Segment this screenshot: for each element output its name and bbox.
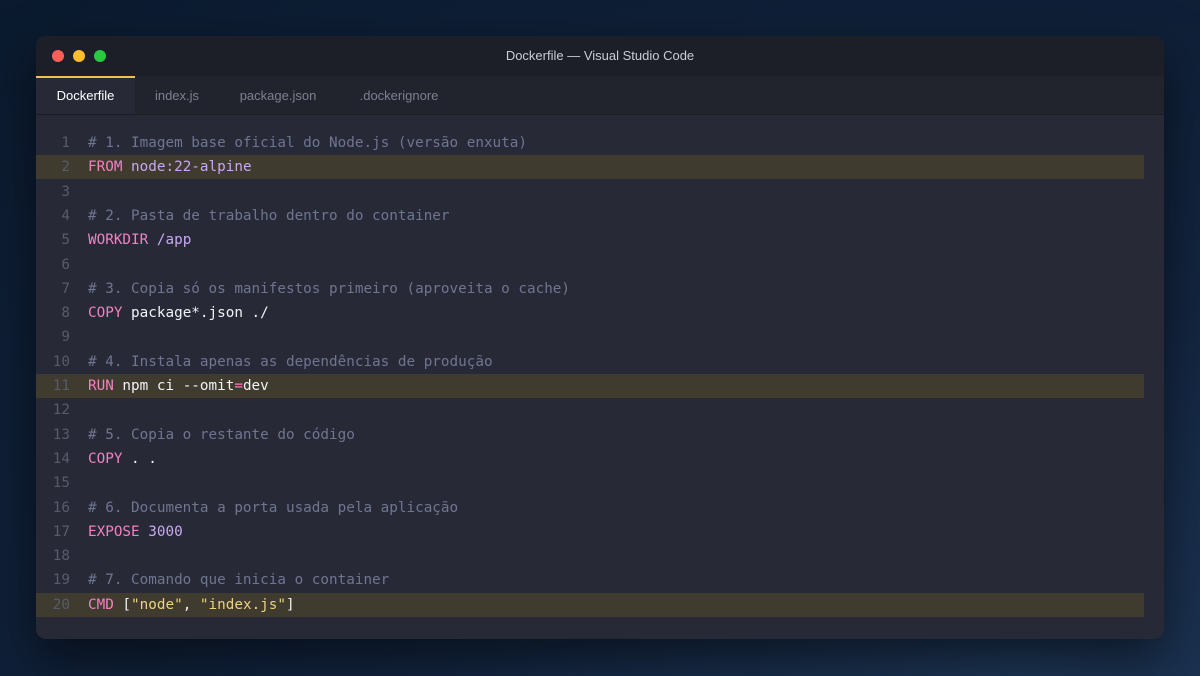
code-line[interactable]: 3 [36, 180, 1144, 204]
tab-index-js[interactable]: index.js [135, 76, 219, 114]
line-number: 17 [52, 523, 70, 540]
line-code: # 4. Instala apenas as dependências de p… [88, 350, 493, 374]
line-number: 10 [52, 353, 70, 370]
code-token: WORKDIR [88, 232, 149, 249]
code-line[interactable]: 14 COPY . . [36, 447, 1144, 471]
code-line[interactable]: 6 [36, 253, 1144, 277]
line-number: 3 [61, 183, 70, 200]
code-line[interactable]: 13 # 5. Copia o restante do código [36, 423, 1144, 447]
line-number: 6 [61, 256, 70, 273]
code-token: RUN [88, 378, 114, 394]
code-line[interactable]: 8 COPY package*.json ./ [36, 301, 1144, 325]
tab-package-json[interactable]: package.json [219, 76, 337, 114]
tab-dockerfile[interactable]: Dockerfile [36, 76, 135, 114]
code-token: npm ci --omit [113, 378, 235, 394]
line-code: # 6. Documenta a porta usada pela aplica… [88, 496, 458, 520]
code-token: COPY [88, 450, 123, 467]
code-token: # 6. Documenta a porta usada pela aplica… [88, 499, 459, 516]
code-token: . . [122, 450, 157, 467]
code-token: node:22-alpine [122, 159, 252, 176]
code-line[interactable]: 20 CMD ["node", "index.js"] [36, 592, 1144, 617]
code-line[interactable]: 2 FROM node:22-alpine [36, 155, 1144, 180]
code-token: FROM [88, 159, 123, 176]
code-token: = [234, 378, 243, 394]
line-code: RUN npm ci --omit=dev [88, 374, 269, 398]
line-code: FROM node:22-alpine [88, 155, 252, 179]
line-code: # 1. Imagem base oficial do Node.js (ver… [88, 131, 527, 155]
code-token: # 7. Comando que inicia o container [88, 572, 390, 589]
code-line[interactable]: 1 # 1. Imagem base oficial do Node.js (ve… [36, 131, 1144, 155]
line-number: 20 [52, 596, 70, 613]
line-code: # 2. Pasta de trabalho dentro do contain… [88, 204, 450, 228]
line-number: 9 [61, 329, 70, 346]
code-line[interactable]: 17 EXPOSE 3000 [36, 520, 1144, 544]
window-title: Dockerfile — Visual Studio Code [505, 48, 695, 63]
tab-dockerignore[interactable]: .dockerignore [337, 76, 461, 114]
line-code: # 5. Copia o restante do código [88, 423, 355, 447]
code-token: CMD [88, 596, 114, 613]
line-code: COPY package*.json ./ [88, 301, 269, 325]
line-number: 16 [52, 499, 70, 516]
code-line[interactable]: 9 [36, 325, 1144, 349]
code-token: package*.json ./ [122, 305, 269, 322]
code-line[interactable]: 16 # 6. Documenta a porta usada pela apli… [36, 496, 1144, 520]
code-token: "node" [131, 596, 183, 613]
code-token: # 2. Pasta de trabalho dentro do contain… [88, 207, 450, 224]
line-number: 15 [52, 475, 70, 492]
line-number: 4 [61, 207, 70, 224]
line-number: 1 [61, 135, 70, 151]
code-token: ] [286, 596, 295, 613]
code-token: # 5. Copia o restante do código [88, 426, 355, 443]
code-token: "index.js" [199, 596, 286, 613]
line-code: COPY . . [88, 447, 157, 471]
line-code: CMD ["node", "index.js"] [88, 593, 295, 617]
code-line[interactable]: 5 WORKDIR /app [36, 228, 1144, 252]
line-number: 18 [52, 548, 70, 565]
code-line[interactable]: 11 RUN npm ci --omit=dev [36, 374, 1144, 398]
line-number: 7 [61, 280, 70, 297]
code-token: 3000 [139, 523, 183, 540]
line-number: 14 [52, 450, 70, 467]
code-token: [ [113, 596, 132, 613]
code-token: # 1. Imagem base oficial do Node.js (ver… [88, 135, 527, 151]
code-token: dev [242, 378, 269, 394]
line-code: # 3. Copia só os manifestos primeiro (ap… [88, 277, 570, 301]
line-code: EXPOSE 3000 [88, 520, 183, 544]
code-token: /app [148, 232, 192, 249]
code-line[interactable]: 12 [36, 398, 1144, 422]
code-token: COPY [88, 305, 123, 322]
editor-window: Dockerfile — Visual Studio Code Dockerfi… [36, 36, 1164, 639]
line-number: 2 [61, 159, 70, 176]
code-line[interactable]: 4 # 2. Pasta de trabalho dentro do contai… [36, 204, 1144, 228]
code-line[interactable]: 19 # 7. Comando que inicia o container [36, 568, 1144, 592]
line-number: 13 [52, 426, 70, 443]
line-number: 11 [52, 378, 70, 394]
code-token: , [182, 596, 200, 613]
code-line[interactable]: 10 # 4. Instala apenas as dependências de… [36, 350, 1144, 374]
title-bar: Dockerfile — Visual Studio Code [36, 36, 1164, 76]
code-line[interactable]: 18 [36, 544, 1144, 568]
line-number: 5 [61, 232, 70, 249]
code-token: # 4. Instala apenas as dependências de p… [88, 353, 493, 370]
code-token: EXPOSE [88, 523, 140, 540]
line-code: # 7. Comando que inicia o container [88, 568, 389, 592]
line-number: 19 [52, 572, 70, 589]
line-number: 12 [52, 402, 70, 419]
code-line[interactable]: 15 [36, 471, 1144, 495]
line-number: 8 [61, 305, 70, 322]
code-token: # 3. Copia só os manifestos primeiro (ap… [88, 280, 571, 297]
line-code: WORKDIR /app [88, 228, 191, 252]
tab-bar: Dockerfile index.js package.json .docker… [36, 76, 1164, 115]
code-line[interactable]: 7 # 3. Copia só os manifestos primeiro (a… [36, 277, 1144, 301]
